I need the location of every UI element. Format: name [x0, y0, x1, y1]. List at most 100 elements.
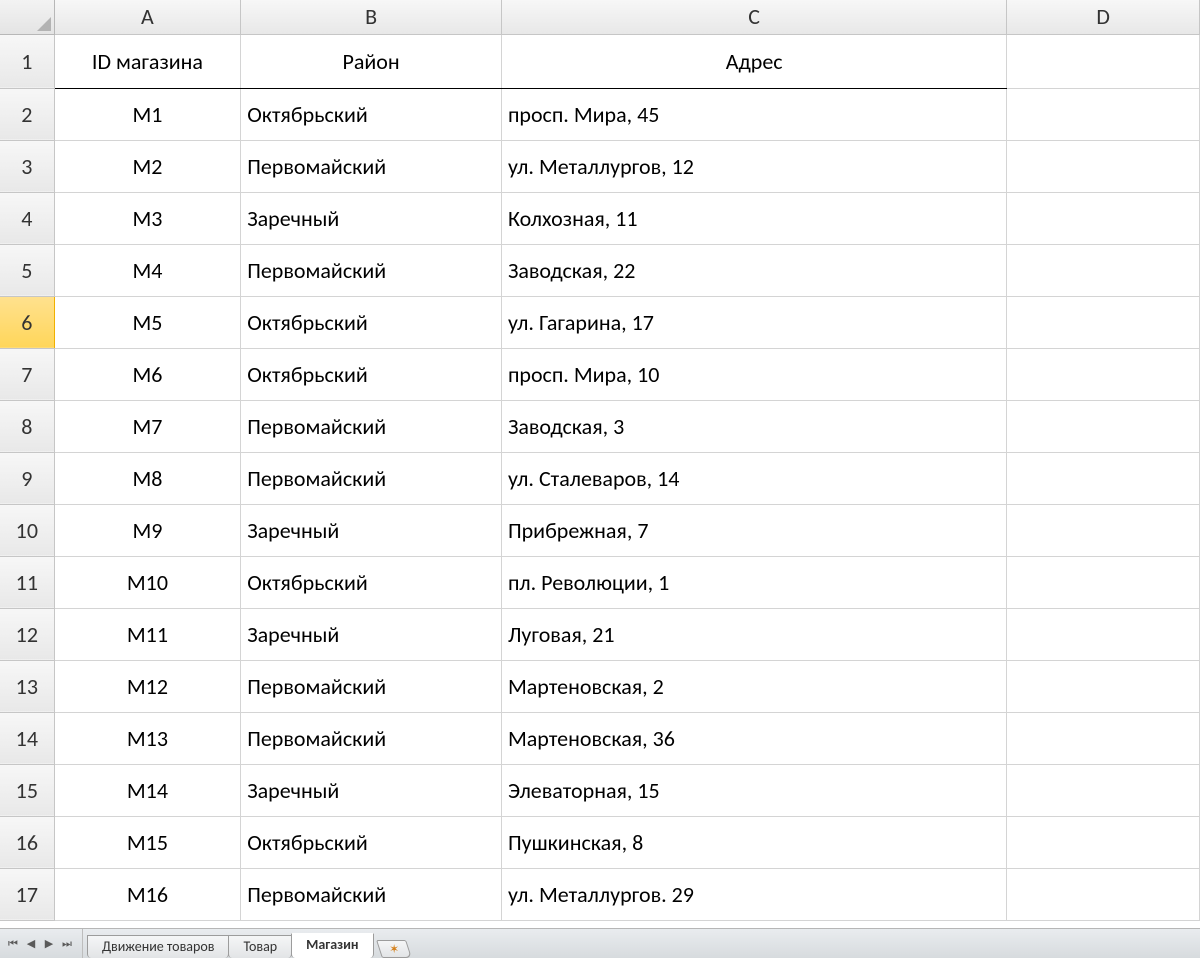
row-header-7[interactable]: 7	[0, 348, 54, 400]
row-header-11[interactable]: 11	[0, 556, 54, 608]
cell-B7[interactable]: Октябрьский	[241, 348, 502, 400]
row-header-12[interactable]: 12	[0, 608, 54, 660]
cell-D14[interactable]	[1007, 712, 1200, 764]
cell-B5[interactable]: Первомайский	[241, 244, 502, 296]
nav-next-sheet[interactable]: ▶	[40, 935, 58, 953]
cell-B13[interactable]: Первомайский	[241, 660, 502, 712]
spreadsheet-grid[interactable]: A B C D 1ID магазинаРайонАдрес2М1Октябрь…	[0, 0, 1200, 921]
row-header-17[interactable]: 17	[0, 868, 54, 920]
cell-D9[interactable]	[1007, 452, 1200, 504]
cell-C13[interactable]: Мартеновская, 2	[501, 660, 1006, 712]
sheet-tab[interactable]: Движение товаров	[87, 935, 229, 958]
cell-B15[interactable]: Заречный	[241, 764, 502, 816]
row-header-13[interactable]: 13	[0, 660, 54, 712]
cell-D7[interactable]	[1007, 348, 1200, 400]
cell-A1[interactable]: ID магазина	[54, 34, 241, 88]
row-header-15[interactable]: 15	[0, 764, 54, 816]
cell-A2[interactable]: М1	[54, 88, 241, 140]
nav-last-sheet[interactable]: ⏭	[58, 935, 76, 953]
select-all-corner[interactable]	[0, 0, 54, 34]
cell-C15[interactable]: Элеваторная, 15	[501, 764, 1006, 816]
cell-B14[interactable]: Первомайский	[241, 712, 502, 764]
row-header-5[interactable]: 5	[0, 244, 54, 296]
cell-D4[interactable]	[1007, 192, 1200, 244]
table-row: 15М14ЗаречныйЭлеваторная, 15	[0, 764, 1200, 816]
cell-D6[interactable]	[1007, 296, 1200, 348]
cell-A17[interactable]: М16	[54, 868, 241, 920]
cell-A13[interactable]: М12	[54, 660, 241, 712]
cell-C3[interactable]: ул. Металлургов, 12	[501, 140, 1006, 192]
cell-B12[interactable]: Заречный	[241, 608, 502, 660]
row-header-2[interactable]: 2	[0, 88, 54, 140]
col-header-B[interactable]: B	[241, 0, 502, 34]
cell-D13[interactable]	[1007, 660, 1200, 712]
cell-C5[interactable]: Заводская, 22	[501, 244, 1006, 296]
cell-D1[interactable]	[1007, 34, 1200, 88]
cell-B3[interactable]: Первомайский	[241, 140, 502, 192]
cell-B10[interactable]: Заречный	[241, 504, 502, 556]
cell-B9[interactable]: Первомайский	[241, 452, 502, 504]
cell-D5[interactable]	[1007, 244, 1200, 296]
cell-D12[interactable]	[1007, 608, 1200, 660]
cell-A14[interactable]: М13	[54, 712, 241, 764]
cell-A5[interactable]: М4	[54, 244, 241, 296]
cell-A12[interactable]: М11	[54, 608, 241, 660]
col-header-A[interactable]: A	[54, 0, 241, 34]
cell-D17[interactable]	[1007, 868, 1200, 920]
cell-B1[interactable]: Район	[241, 34, 502, 88]
cell-A7[interactable]: М6	[54, 348, 241, 400]
cell-B16[interactable]: Октябрьский	[241, 816, 502, 868]
row-header-4[interactable]: 4	[0, 192, 54, 244]
cell-C8[interactable]: Заводская, 3	[501, 400, 1006, 452]
row-header-6[interactable]: 6	[0, 296, 54, 348]
cell-B6[interactable]: Октябрьский	[241, 296, 502, 348]
cell-C6[interactable]: ул. Гагарина, 17	[501, 296, 1006, 348]
cell-C1[interactable]: Адрес	[501, 34, 1006, 88]
cell-D11[interactable]	[1007, 556, 1200, 608]
cell-B17[interactable]: Первомайский	[241, 868, 502, 920]
cell-B2[interactable]: Октябрьский	[241, 88, 502, 140]
cell-C16[interactable]: Пушкинская, 8	[501, 816, 1006, 868]
cell-C7[interactable]: просп. Мира, 10	[501, 348, 1006, 400]
row-header-10[interactable]: 10	[0, 504, 54, 556]
new-sheet-button[interactable]: ✶	[376, 940, 412, 958]
cell-C11[interactable]: пл. Революции, 1	[501, 556, 1006, 608]
cell-A4[interactable]: М3	[54, 192, 241, 244]
cell-A10[interactable]: М9	[54, 504, 241, 556]
cell-A8[interactable]: М7	[54, 400, 241, 452]
cell-A9[interactable]: М8	[54, 452, 241, 504]
cell-A15[interactable]: М14	[54, 764, 241, 816]
nav-first-sheet[interactable]: ⏮	[4, 935, 22, 953]
cell-C10[interactable]: Прибрежная, 7	[501, 504, 1006, 556]
cell-C12[interactable]: Луговая, 21	[501, 608, 1006, 660]
cell-D2[interactable]	[1007, 88, 1200, 140]
cell-D3[interactable]	[1007, 140, 1200, 192]
sheet-tab[interactable]: Товар	[228, 935, 292, 958]
row-header-1[interactable]: 1	[0, 34, 54, 88]
row-header-8[interactable]: 8	[0, 400, 54, 452]
row-header-9[interactable]: 9	[0, 452, 54, 504]
col-header-C[interactable]: C	[501, 0, 1006, 34]
nav-prev-sheet[interactable]: ◀	[22, 935, 40, 953]
col-header-D[interactable]: D	[1007, 0, 1200, 34]
cell-D10[interactable]	[1007, 504, 1200, 556]
cell-B8[interactable]: Первомайский	[241, 400, 502, 452]
cell-A6[interactable]: М5	[54, 296, 241, 348]
cell-B4[interactable]: Заречный	[241, 192, 502, 244]
cell-D8[interactable]	[1007, 400, 1200, 452]
cell-C17[interactable]: ул. Металлургов. 29	[501, 868, 1006, 920]
cell-A16[interactable]: М15	[54, 816, 241, 868]
cell-C4[interactable]: Колхозная, 11	[501, 192, 1006, 244]
cell-A3[interactable]: М2	[54, 140, 241, 192]
cell-C2[interactable]: просп. Мира, 45	[501, 88, 1006, 140]
cell-D16[interactable]	[1007, 816, 1200, 868]
row-header-16[interactable]: 16	[0, 816, 54, 868]
row-header-3[interactable]: 3	[0, 140, 54, 192]
cell-D15[interactable]	[1007, 764, 1200, 816]
cell-C9[interactable]: ул. Сталеваров, 14	[501, 452, 1006, 504]
row-header-14[interactable]: 14	[0, 712, 54, 764]
cell-C14[interactable]: Мартеновская, 36	[501, 712, 1006, 764]
sheet-tab[interactable]: Магазин	[291, 933, 373, 958]
cell-B11[interactable]: Октябрьский	[241, 556, 502, 608]
cell-A11[interactable]: М10	[54, 556, 241, 608]
